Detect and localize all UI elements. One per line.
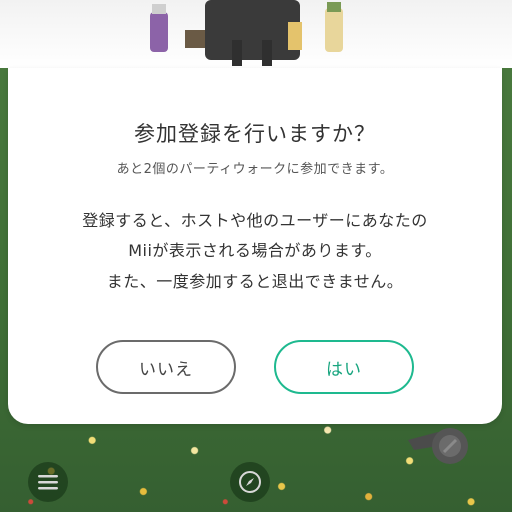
- compass-icon: [239, 471, 261, 493]
- menu-icon: [38, 475, 58, 490]
- no-button[interactable]: いいえ: [96, 340, 236, 394]
- dialog-title: 参加登録を行いますか？: [134, 122, 376, 146]
- whistle-icon: [408, 428, 468, 464]
- body-line: また、一度参加すると退出できません。: [106, 271, 404, 291]
- body-line: 登録すると、ホストや他のユーザーにあなたの: [82, 211, 428, 230]
- dialog-subtitle: あと2個のパーティウォークに参加できます。: [116, 162, 394, 177]
- party-walk-artwork: [0, 0, 512, 68]
- yes-button[interactable]: はい: [274, 340, 414, 394]
- join-registration-dialog: 参加登録を行いますか？ あと2個のパーティウォークに参加できます。 登録すると、…: [8, 68, 502, 424]
- dialog-body: 登録すると、ホストや他のユーザーにあなたの Miiが表示される場合があります。 …: [8, 206, 502, 297]
- compass-button[interactable]: [230, 462, 270, 502]
- whistle-button[interactable]: [404, 420, 474, 468]
- menu-button[interactable]: [28, 462, 68, 502]
- body-line: Miiが表示される場合があります。: [128, 241, 382, 261]
